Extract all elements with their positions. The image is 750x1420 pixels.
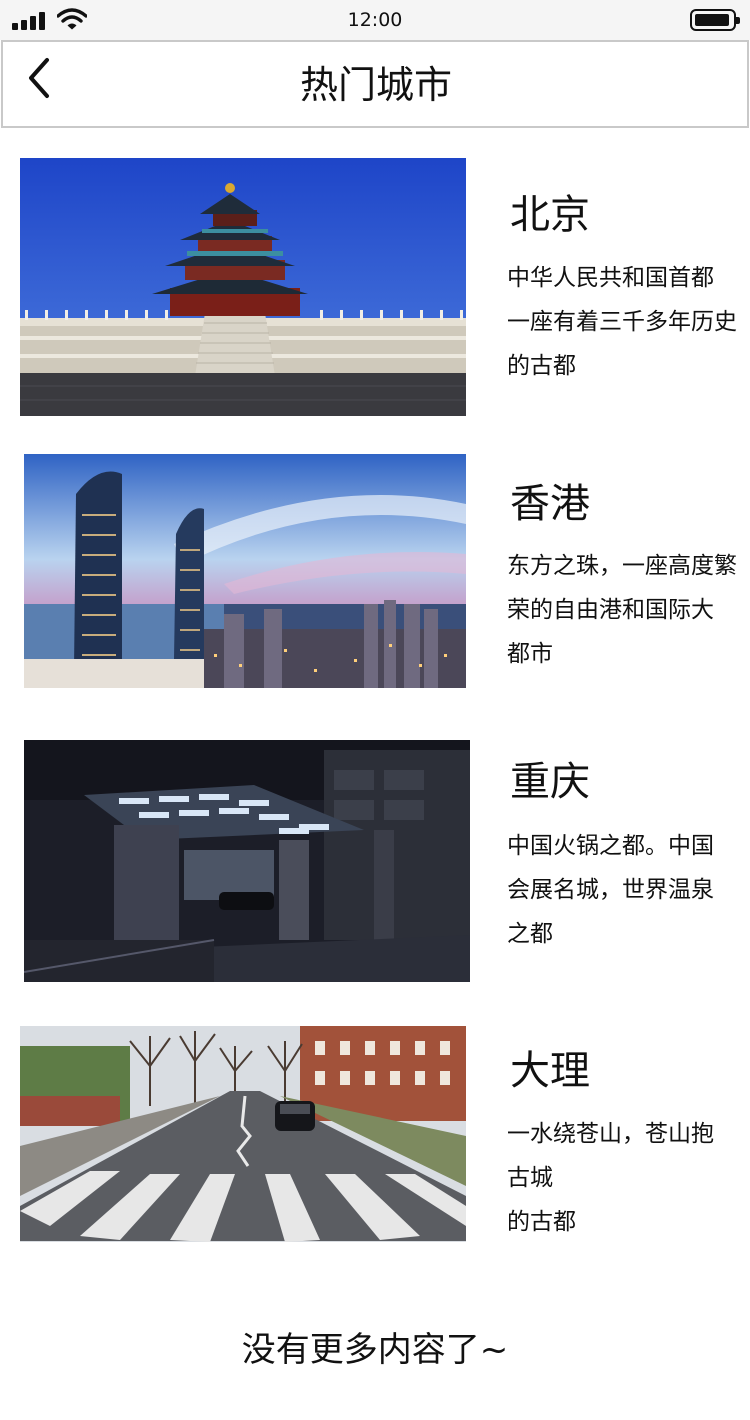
page-title: 热门城市 [299,63,452,107]
city-image-chongqing [24,740,470,982]
city-description: 东方之珠，一座高度繁 荣的自由港和国际大 都市 [507,553,737,667]
city-image-dali [20,1026,466,1242]
chevron-left-icon [29,58,49,98]
city-image-hongkong [24,454,466,688]
wifi-icon [57,8,87,30]
city-name: 北京 [510,192,590,238]
signal-icon [12,12,46,30]
city-image-beijing [20,158,466,416]
status-time: 12:00 [347,9,403,31]
city-description: 一水绕苍山，苍山抱 古城 的古都 [507,1121,714,1235]
city-item-hongkong[interactable]: 香港 东方之珠，一座高度繁 荣的自由港和国际大 都市 [0,454,750,690]
city-item-chongqing[interactable]: 重庆 中国火锅之都。中国 会展名城，世界温泉 之都 [0,740,750,984]
screen: 12:00 热门城市 北京 中华人民共和国首都 一座有着三千多年历史 的古都 香… [0,0,750,1420]
status-bar: 12:00 [0,0,750,40]
city-description: 中华人民共和国首都 一座有着三千多年历史 的古都 [507,265,737,379]
no-more-content-text: 没有更多内容了~ [241,1330,509,1370]
nav-bar: 热门城市 [1,40,749,128]
city-item-beijing[interactable]: 北京 中华人民共和国首都 一座有着三千多年历史 的古都 [0,158,750,418]
city-name: 大理 [510,1048,590,1094]
city-name: 重庆 [510,759,590,805]
city-name: 香港 [510,481,590,527]
back-button[interactable] [11,50,67,106]
battery-icon [690,9,740,31]
city-description: 中国火锅之都。中国 会展名城，世界温泉 之都 [507,833,714,947]
city-item-dali[interactable]: 大理 一水绕苍山，苍山抱 古城 的古都 [0,1026,750,1244]
